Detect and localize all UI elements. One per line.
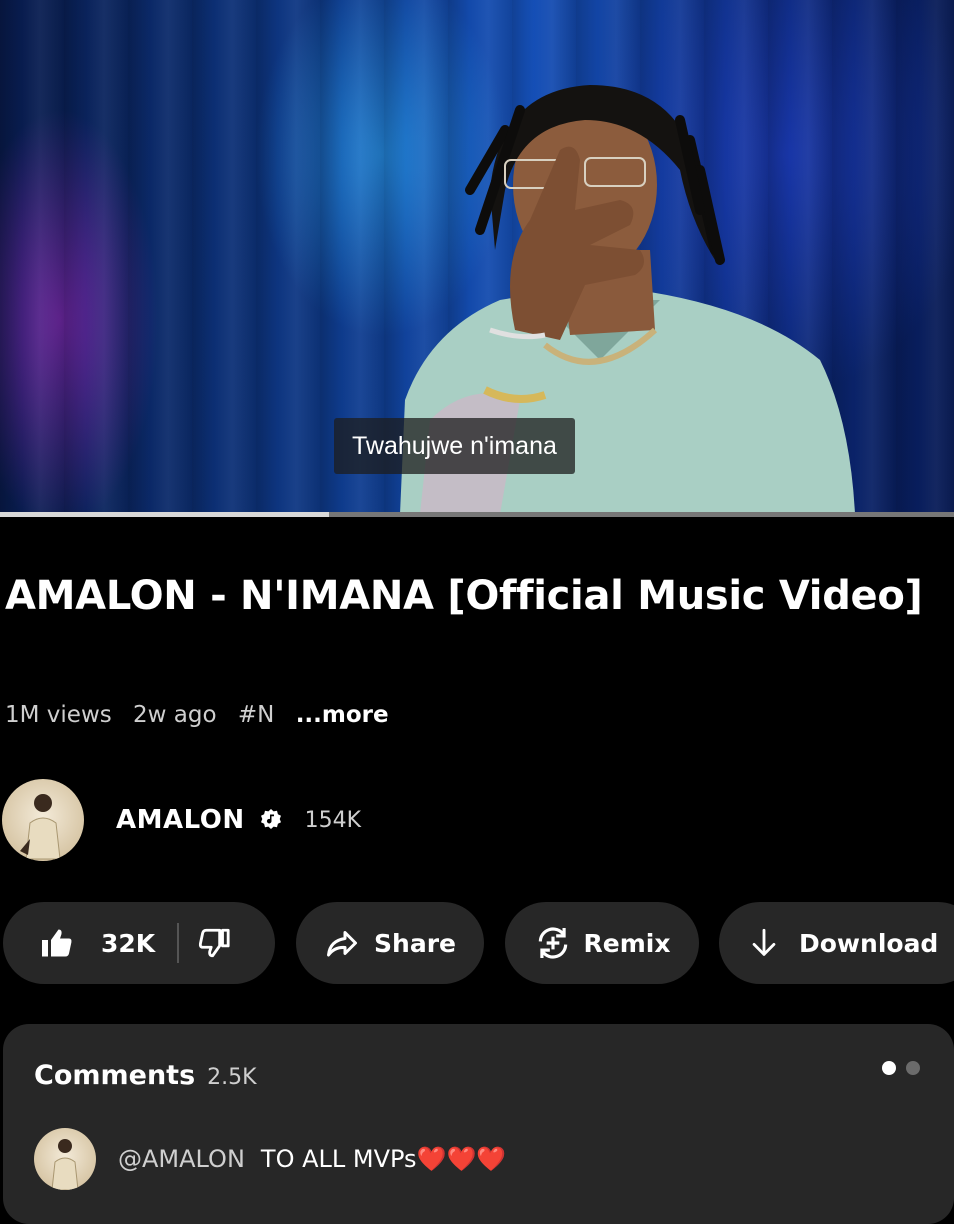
remix-label: Remix <box>583 928 671 958</box>
hashtag-link[interactable]: #N <box>238 702 274 728</box>
pager-dot-inactive <box>906 1061 920 1075</box>
share-label: Share <box>374 928 456 958</box>
comment-text: TO ALL MVPs❤️❤️❤️ <box>260 1145 507 1173</box>
channel-avatar[interactable] <box>2 779 84 861</box>
subscriber-count: 154K <box>304 807 362 833</box>
more-description-button[interactable]: ...more <box>296 702 389 728</box>
pager-dot-active <box>882 1061 896 1075</box>
comments-header: Comments 2.5K <box>34 1060 257 1091</box>
video-player[interactable]: Twahujwe n'imana <box>0 0 954 514</box>
comments-pager <box>882 1061 920 1075</box>
avatar-person-image <box>51 1139 79 1190</box>
avatar-person-image <box>20 794 61 860</box>
video-title: AMALON - N'IMANA [Official Music Video] <box>5 573 923 619</box>
comments-count: 2.5K <box>207 1065 257 1090</box>
channel-name[interactable]: AMALON <box>116 805 245 835</box>
channel-row[interactable]: AMALON 154K <box>2 778 361 862</box>
comments-panel[interactable]: Comments 2.5K @AMALON TO ALL MVPs❤️❤️❤️ <box>3 1024 954 1224</box>
video-progress-played <box>0 512 330 517</box>
share-arrow-icon <box>327 931 358 957</box>
download-arrow-icon <box>752 928 776 956</box>
like-dislike-pill: 32K <box>3 902 275 984</box>
upload-age: 2w ago <box>133 702 217 728</box>
view-count: 1M views <box>5 702 112 728</box>
video-metadata[interactable]: 1M views 2w ago #N ...more <box>5 702 403 728</box>
download-button[interactable]: Download <box>719 902 954 984</box>
share-button[interactable]: Share <box>296 902 484 984</box>
commenter-handle: @AMALON <box>118 1145 245 1173</box>
like-count[interactable]: 32K <box>101 929 155 958</box>
like-dislike-divider <box>177 923 180 963</box>
verified-music-icon <box>260 809 281 829</box>
thumbs-up-icon[interactable] <box>39 925 75 961</box>
download-label: Download <box>799 928 939 958</box>
thumbs-down-icon[interactable] <box>197 926 231 960</box>
video-progress-bar[interactable] <box>0 512 954 517</box>
comment-preview[interactable]: @AMALON TO ALL MVPs❤️❤️❤️ <box>34 1128 506 1190</box>
video-subtitle: Twahujwe n'imana <box>334 418 575 474</box>
remix-button[interactable]: Remix <box>505 902 699 984</box>
remix-icon <box>538 927 567 959</box>
commenter-avatar <box>34 1128 96 1190</box>
action-bar: 32K Share Remix Download <box>3 902 954 984</box>
comments-title: Comments <box>34 1060 196 1091</box>
